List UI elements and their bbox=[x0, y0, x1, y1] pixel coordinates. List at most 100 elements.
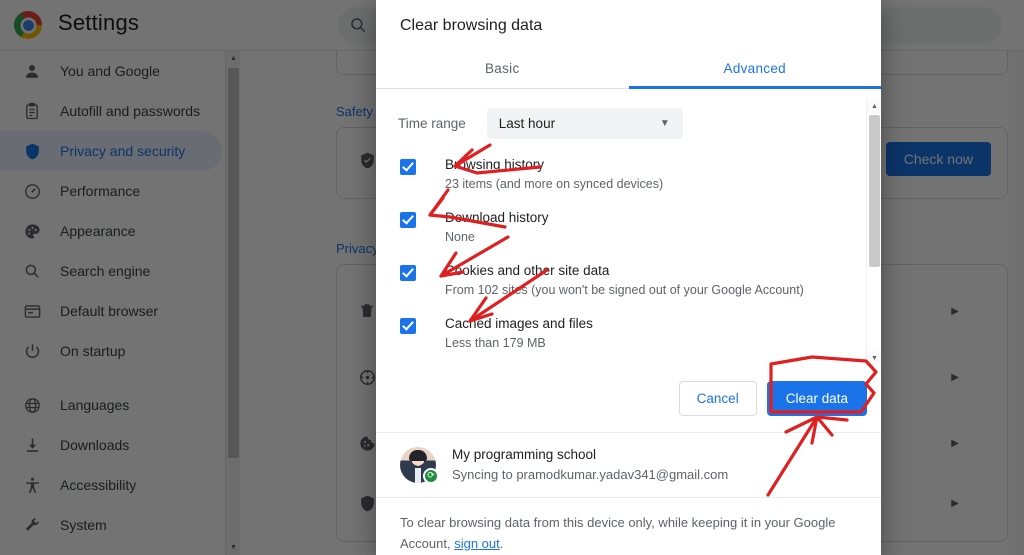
dialog-tabs: Basic Advanced bbox=[376, 50, 881, 89]
checkbox-cookies-and-other-site-data[interactable] bbox=[400, 264, 416, 281]
search-icon bbox=[349, 16, 367, 34]
shield-icon bbox=[22, 141, 42, 161]
sidebar-item-privacy-and-security[interactable]: Privacy and security bbox=[0, 131, 222, 171]
option-row[interactable]: Download history None bbox=[376, 208, 881, 247]
sidebar-item-label: Autofill and passwords bbox=[60, 103, 201, 119]
option-text: Browsing history 23 items (and more on sy… bbox=[445, 155, 663, 194]
sidebar-item-appearance[interactable]: Appearance bbox=[0, 211, 222, 251]
sidebar-item-accessibility[interactable]: Accessibility bbox=[0, 465, 222, 505]
section-heading-privacy: Privacy bbox=[336, 241, 379, 256]
option-text: Cookies and other site data From 102 site… bbox=[445, 261, 804, 300]
tab-advanced[interactable]: Advanced bbox=[629, 50, 882, 88]
checkbox-cached-images-and-files[interactable] bbox=[400, 317, 416, 334]
sidebar-item-label: Appearance bbox=[60, 223, 136, 239]
sidebar-item-label: You and Google bbox=[60, 63, 160, 79]
sidebar-group-divider bbox=[0, 371, 240, 385]
chevron-right-icon: ▶ bbox=[951, 305, 959, 317]
sidebar-item-label: Default browser bbox=[60, 303, 159, 319]
option-row[interactable]: Cached images and files Less than 179 MB bbox=[376, 314, 881, 353]
scroll-up-arrow-icon[interactable]: ▲ bbox=[226, 51, 241, 66]
dialog-scrollbar[interactable]: ▲ ▼ bbox=[866, 98, 881, 366]
power-icon bbox=[22, 341, 42, 361]
option-title: Browsing history bbox=[445, 156, 545, 172]
dialog-action-bar: Cancel Clear data bbox=[376, 365, 881, 432]
dialog-title: Clear browsing data bbox=[400, 17, 543, 34]
sidebar-item-languages[interactable]: Languages bbox=[0, 385, 222, 425]
footer-note-period: . bbox=[499, 535, 504, 551]
avatar: ⟳ bbox=[400, 446, 439, 484]
scroll-down-arrow-icon[interactable]: ▼ bbox=[867, 350, 881, 366]
sidebar-item-system[interactable]: System bbox=[0, 505, 222, 545]
cookie-icon bbox=[357, 433, 377, 453]
clear-browsing-data-dialog: Clear browsing data Basic Advanced Time … bbox=[376, 0, 881, 555]
time-range-row: Time range Last hour ▼ bbox=[376, 89, 881, 139]
sidebar-item-downloads[interactable]: Downloads bbox=[0, 425, 222, 465]
wrench-icon bbox=[22, 515, 42, 535]
speedometer-icon bbox=[22, 181, 42, 201]
cancel-button[interactable]: Cancel bbox=[678, 381, 757, 417]
sidebar-item-search-engine[interactable]: Search engine bbox=[0, 251, 222, 291]
sidebar-item-on-startup[interactable]: On startup bbox=[0, 331, 222, 371]
sidebar-item-label: Accessibility bbox=[60, 477, 137, 493]
page-title: Settings bbox=[58, 10, 140, 35]
scroll-down-arrow-icon[interactable]: ▼ bbox=[226, 540, 241, 555]
compass-icon bbox=[357, 367, 377, 387]
option-subtitle: Less than 179 MB bbox=[445, 335, 546, 350]
chevron-right-icon: ▶ bbox=[951, 371, 959, 383]
sidebar-item-label: Languages bbox=[60, 397, 130, 413]
time-range-select[interactable]: Last hour ▼ bbox=[486, 107, 683, 139]
screen: Settings You and Google Autofill and pass… bbox=[0, 0, 1024, 555]
option-title: Cached images and files bbox=[445, 315, 593, 331]
shield-icon bbox=[357, 493, 377, 513]
chevron-right-icon: ▶ bbox=[951, 497, 959, 509]
option-subtitle: 23 items (and more on synced devices) bbox=[445, 176, 664, 191]
dialog-scroll-body: Time range Last hour ▼ Browsing history 2… bbox=[376, 89, 881, 366]
sign-out-link[interactable]: sign out bbox=[454, 536, 500, 551]
clipboard-icon bbox=[22, 101, 42, 121]
magnifier-icon bbox=[22, 261, 42, 281]
sidebar-item-autofill-and-passwords[interactable]: Autofill and passwords bbox=[0, 91, 222, 131]
option-text: Cached images and files Less than 179 MB bbox=[445, 314, 593, 353]
sidebar-item-default-browser[interactable]: Default browser bbox=[0, 291, 222, 331]
sidebar-item-label: On startup bbox=[60, 343, 126, 359]
trash-icon bbox=[357, 301, 377, 321]
download-icon bbox=[22, 435, 42, 455]
sidebar-item-performance[interactable]: Performance bbox=[0, 171, 222, 211]
option-text: Download history None bbox=[445, 208, 549, 247]
settings-sidebar: You and Google Autofill and passwords Priv… bbox=[0, 51, 240, 555]
sidebar-scrollbar[interactable]: ▲ ▼ bbox=[225, 51, 240, 555]
account-name: My programming school bbox=[452, 446, 597, 462]
sidebar-scrollbar-thumb[interactable] bbox=[228, 68, 239, 458]
option-subtitle: None bbox=[445, 229, 475, 244]
browser-window-icon bbox=[22, 301, 42, 321]
content-scrollbar[interactable] bbox=[1009, 51, 1024, 555]
account-sync-status: Syncing to pramodkumar.yadav341@gmail.co… bbox=[452, 466, 729, 482]
chevron-down-icon: ▼ bbox=[659, 117, 670, 129]
account-row: ⟳ My programming school Syncing to pramo… bbox=[376, 431, 881, 497]
option-subtitle: From 102 sites (you won't be signed out … bbox=[445, 282, 804, 297]
sidebar-item-label: Performance bbox=[60, 183, 141, 199]
clear-data-button[interactable]: Clear data bbox=[766, 381, 867, 417]
sidebar-item-label: Search engine bbox=[60, 263, 151, 279]
data-type-option-list: Browsing history 23 items (and more on sy… bbox=[376, 139, 881, 366]
globe-icon bbox=[22, 395, 42, 415]
check-now-button[interactable]: Check now bbox=[885, 142, 991, 176]
option-title: Cookies and other site data bbox=[445, 262, 610, 278]
sidebar-item-you-and-google[interactable]: You and Google bbox=[0, 51, 222, 91]
tab-basic[interactable]: Basic bbox=[376, 50, 629, 88]
option-row[interactable]: Cookies and other site data From 102 site… bbox=[376, 261, 881, 300]
checkbox-download-history[interactable] bbox=[400, 211, 416, 228]
person-icon bbox=[22, 61, 42, 81]
sidebar-nav: You and Google Autofill and passwords Priv… bbox=[0, 51, 240, 545]
chevron-right-icon: ▶ bbox=[951, 437, 959, 449]
option-row[interactable]: Browsing history 23 items (and more on sy… bbox=[376, 155, 881, 194]
option-title: Download history bbox=[445, 209, 549, 225]
accessibility-icon bbox=[22, 475, 42, 495]
checkbox-browsing-history[interactable] bbox=[400, 158, 416, 175]
dialog-footer-note: To clear browsing data from this device … bbox=[376, 496, 881, 554]
scroll-up-arrow-icon[interactable]: ▲ bbox=[867, 98, 881, 114]
dialog-scrollbar-thumb[interactable] bbox=[869, 114, 880, 267]
sidebar-item-label: Privacy and security bbox=[60, 143, 186, 159]
sync-icon: ⟳ bbox=[423, 467, 439, 484]
sidebar-item-label: System bbox=[60, 517, 107, 533]
